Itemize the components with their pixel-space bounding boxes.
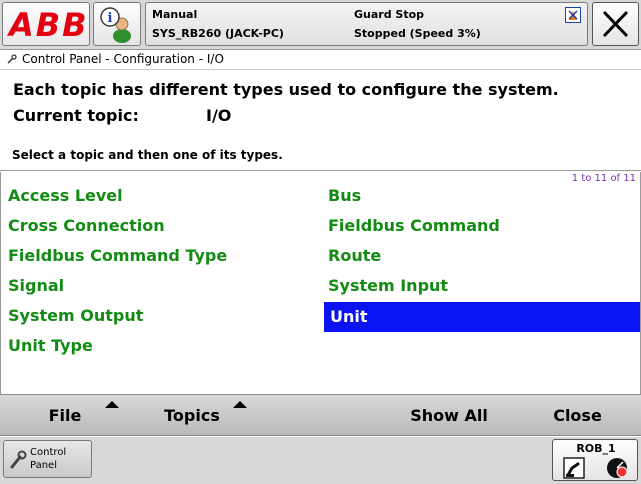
- robot-arm-icon: [563, 457, 585, 479]
- type-item-unit-type[interactable]: Unit Type: [2, 331, 318, 361]
- type-item-fieldbus-command[interactable]: Fieldbus Command: [322, 211, 638, 241]
- tools-icon: [7, 54, 17, 64]
- speed-gauge-icon: [607, 458, 628, 478]
- type-item-cross-connection[interactable]: Cross Connection: [2, 211, 318, 241]
- type-item-bus[interactable]: Bus: [322, 181, 638, 211]
- controller-status-panel[interactable]: Manual SYS_RB260 (JACK-PC) Guard Stop St…: [145, 2, 588, 46]
- type-item-route[interactable]: Route: [322, 241, 638, 271]
- wrench-icon: [10, 450, 27, 469]
- status-flag-icon: [565, 7, 581, 23]
- control-panel-task-label: Control Panel: [30, 447, 67, 471]
- robot-unit-label: ROB_1: [576, 442, 616, 455]
- type-item-system-output[interactable]: System Output: [2, 301, 318, 331]
- type-list: 1 to 11 of 11 Access Level Bus Cross Con…: [0, 172, 641, 394]
- run-state: Stopped (Speed 3%): [354, 27, 481, 40]
- robot-unit-button[interactable]: ROB_1: [552, 439, 638, 481]
- status-bar: ABB i Manual SYS_RB260 (JACK-PC) Guard S…: [0, 0, 641, 50]
- current-topic-label: Current topic:: [13, 106, 139, 125]
- info-user-icon: i: [100, 7, 131, 43]
- breadcrumb: Control Panel - Configuration - I/O: [0, 50, 641, 70]
- info-user-button[interactable]: i: [93, 2, 141, 46]
- file-menu-label: File: [48, 406, 82, 425]
- abb-menu-button[interactable]: ABB: [2, 2, 90, 46]
- type-item-unit[interactable]: Unit: [324, 302, 640, 332]
- svg-text:i: i: [108, 11, 113, 26]
- topic-intro: Each topic has different types used to c…: [0, 71, 641, 171]
- close-x-icon: [602, 10, 629, 38]
- file-menu-caret-icon: [105, 401, 119, 408]
- type-item-system-input[interactable]: System Input: [322, 271, 638, 301]
- control-panel-task-button[interactable]: Control Panel: [3, 440, 92, 478]
- close-x-button[interactable]: [592, 2, 639, 46]
- breadcrumb-text: Control Panel - Configuration - I/O: [22, 52, 224, 66]
- operating-mode: Manual: [152, 8, 198, 21]
- show-all-button[interactable]: Show All: [385, 395, 513, 437]
- command-bar: File Topics Show All Close: [0, 394, 641, 436]
- topics-menu-caret-icon: [233, 401, 247, 408]
- system-name: SYS_RB260 (JACK-PC): [152, 27, 284, 40]
- instruction-text: Select a topic and then one of its types…: [12, 148, 283, 162]
- abb-logo: ABB: [9, 6, 89, 44]
- type-item-fieldbus-command-type[interactable]: Fieldbus Command Type: [2, 241, 318, 271]
- type-item-access-level[interactable]: Access Level: [2, 181, 318, 211]
- guard-status: Guard Stop: [354, 8, 425, 21]
- taskbar: Control Panel ROB_1: [0, 437, 641, 484]
- close-button[interactable]: Close: [514, 395, 641, 437]
- show-all-label: Show All: [410, 406, 488, 425]
- close-label: Close: [553, 406, 602, 425]
- intro-description: Each topic has different types used to c…: [13, 80, 559, 99]
- topics-menu-label: Topics: [164, 406, 220, 425]
- type-item-signal[interactable]: Signal: [2, 271, 318, 301]
- current-topic-value: I/O: [206, 106, 232, 125]
